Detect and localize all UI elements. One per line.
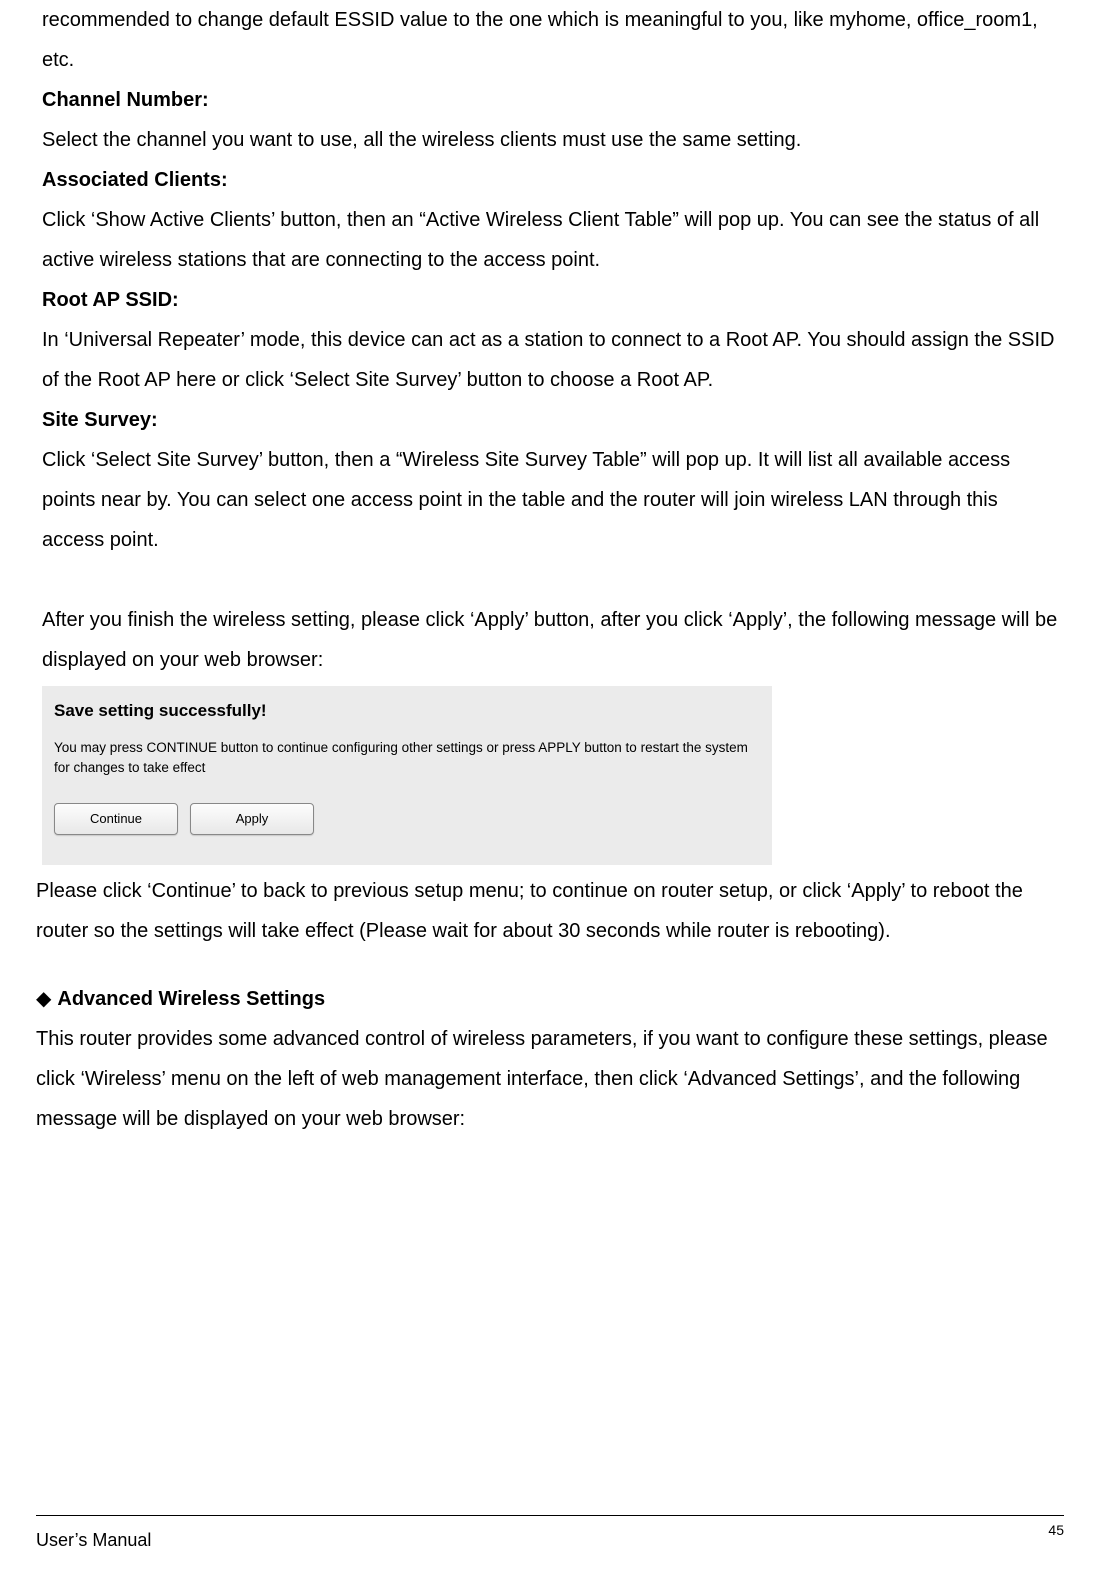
associated-clients-heading: Associated Clients: [42,160,1064,200]
post-dialog-text: Please click ‘Continue’ to back to previ… [36,871,1064,951]
root-ap-ssid-heading: Root AP SSID: [42,280,1064,320]
advanced-wireless-heading: Advanced Wireless Settings [57,979,325,1019]
apply-note-text: After you finish the wireless setting, p… [42,600,1064,680]
associated-clients-text: Click ‘Show Active Clients’ button, then… [42,200,1064,280]
advanced-wireless-text: This router provides some advanced contr… [36,1019,1064,1139]
diamond-bullet-icon: ◆ [36,979,51,1019]
footer-title: User’s Manual [36,1522,151,1558]
page-number: 45 [1048,1516,1064,1544]
dialog-body-text: You may press CONTINUE button to continu… [54,738,760,779]
continue-button[interactable]: Continue [54,803,178,835]
page-footer: User’s Manual 45 [36,1515,1064,1558]
channel-number-text: Select the channel you want to use, all … [42,120,1064,160]
site-survey-text: Click ‘Select Site Survey’ button, then … [42,440,1064,560]
site-survey-heading: Site Survey: [42,400,1064,440]
dialog-title: Save setting successfully! [54,694,760,728]
save-setting-dialog: Save setting successfully! You may press… [42,686,772,865]
intro-text: recommended to change default ESSID valu… [42,0,1064,80]
channel-number-heading: Channel Number: [42,80,1064,120]
root-ap-ssid-text: In ‘Universal Repeater’ mode, this devic… [42,320,1064,400]
apply-button[interactable]: Apply [190,803,314,835]
